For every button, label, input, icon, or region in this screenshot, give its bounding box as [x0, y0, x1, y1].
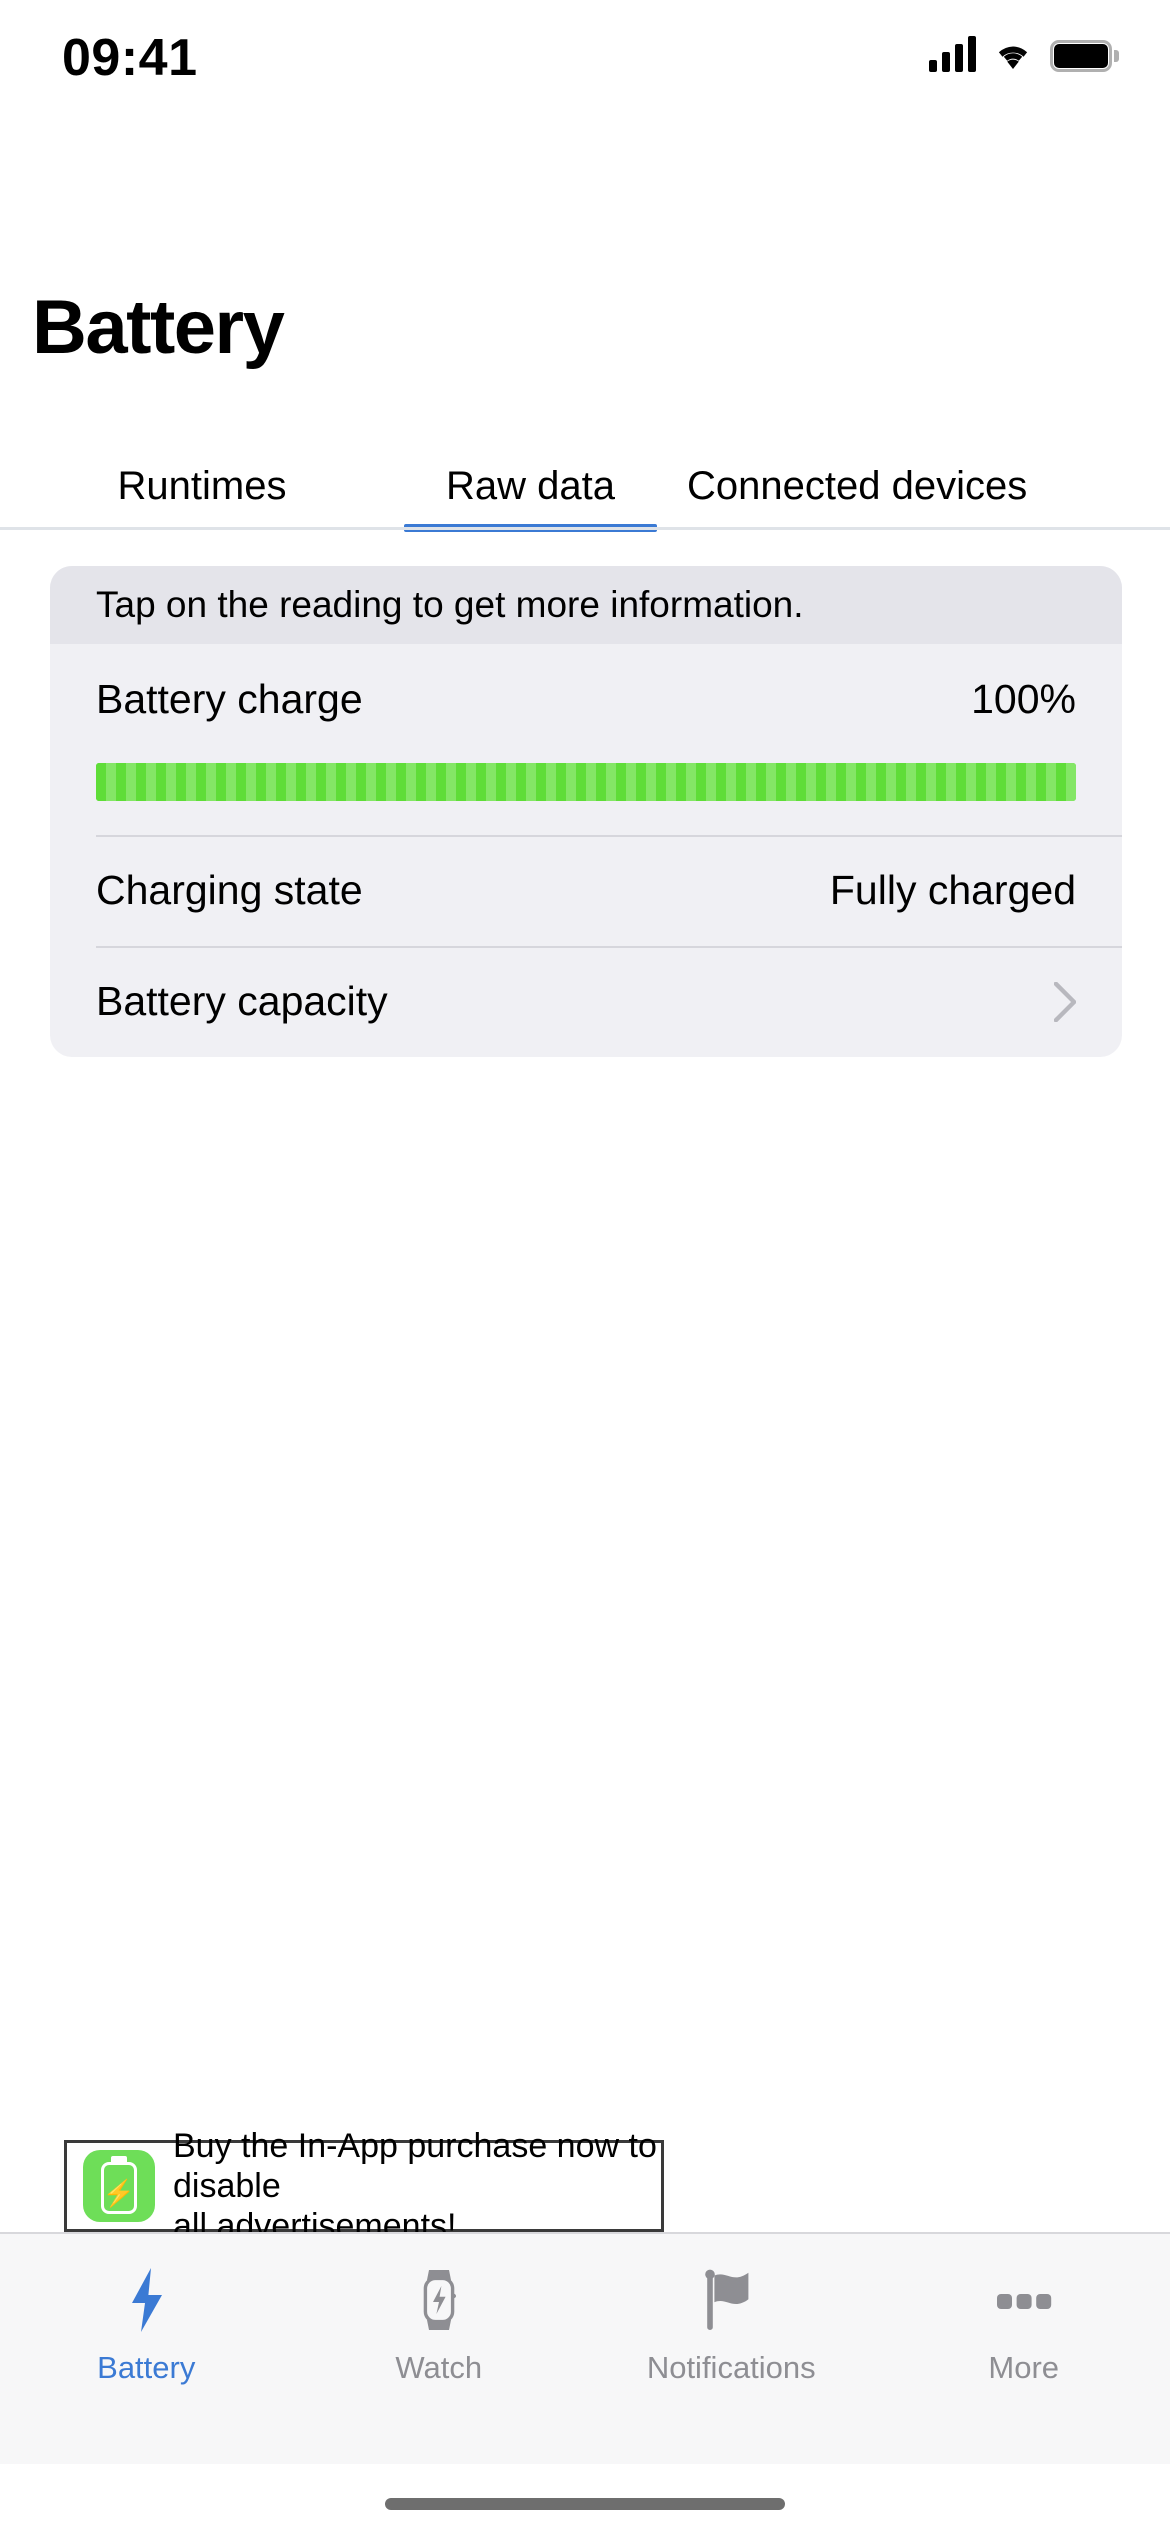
row-label: Charging state [96, 867, 363, 913]
battery-charge-progress-bar [96, 763, 1076, 801]
tab-bar-label: More [988, 2350, 1060, 2385]
hint-text: Tap on the reading to get more informati… [96, 584, 804, 625]
app-screen: 09:41 Battery Runtimes Raw data Connecte… [0, 0, 1170, 2532]
battery-app-icon: ⚡ [83, 2150, 155, 2222]
page-title: Battery [32, 285, 285, 370]
chevron-right-icon [1054, 981, 1076, 1022]
row-value: 100% [971, 676, 1076, 722]
row-charging-state[interactable]: Charging state Fully charged [50, 835, 1122, 946]
cellular-signal-icon [929, 36, 976, 72]
tab-label: Connected devices [687, 463, 1028, 508]
battery-full-icon [1050, 40, 1119, 72]
row-divider [96, 835, 1122, 837]
hint-banner: Tap on the reading to get more informati… [50, 566, 1122, 644]
charge-bar-fill [96, 763, 1076, 801]
bottom-tab-bar: Battery Watch Notifications More [0, 2232, 1170, 2464]
advertisement-text: Buy the In-App purchase now to disable a… [173, 2126, 657, 2246]
wifi-icon [998, 46, 1028, 69]
tab-bar-item-battery[interactable]: Battery [0, 2234, 293, 2464]
status-bar-time: 09:41 [62, 29, 198, 87]
ellipsis-icon [993, 2264, 1055, 2336]
tab-bar-divider [0, 527, 1170, 530]
raw-data-card: Tap on the reading to get more informati… [50, 566, 1122, 1057]
tab-label: Raw data [446, 463, 615, 508]
tab-bar-item-more[interactable]: More [878, 2234, 1170, 2464]
advertisement-banner[interactable]: ⚡ Buy the In-App purchase now to disable… [64, 2127, 664, 2245]
home-indicator [385, 2498, 785, 2510]
row-label: Battery capacity [96, 978, 388, 1024]
status-bar: 09:41 [0, 0, 1170, 132]
tab-bar-label: Watch [395, 2350, 483, 2385]
tab-runtimes[interactable]: Runtimes [0, 440, 404, 532]
watch-icon [413, 2264, 465, 2336]
tab-bar-label: Notifications [646, 2350, 816, 2385]
tab-label: Runtimes [117, 463, 287, 508]
tab-bar-item-notifications[interactable]: Notifications [585, 2234, 878, 2464]
tab-connected-devices[interactable]: Connected devices [657, 440, 1027, 532]
row-label: Battery charge [96, 676, 363, 722]
charge-bar-row [50, 755, 1122, 835]
row-value: Fully charged [829, 867, 1076, 913]
segment-tab-bar: Runtimes Raw data Connected devices [0, 440, 1170, 532]
row-battery-charge[interactable]: Battery charge 100% [50, 644, 1122, 755]
flag-icon [702, 2264, 760, 2336]
tab-raw-data[interactable]: Raw data [404, 440, 657, 532]
tab-bar-label: Battery [97, 2350, 196, 2385]
tab-bar-item-watch[interactable]: Watch [293, 2234, 586, 2464]
status-bar-icons [929, 30, 1119, 72]
row-divider [96, 946, 1122, 948]
bolt-icon: ⚡ [102, 2178, 136, 2208]
row-battery-capacity[interactable]: Battery capacity [50, 946, 1122, 1057]
bolt-icon [120, 2264, 172, 2336]
